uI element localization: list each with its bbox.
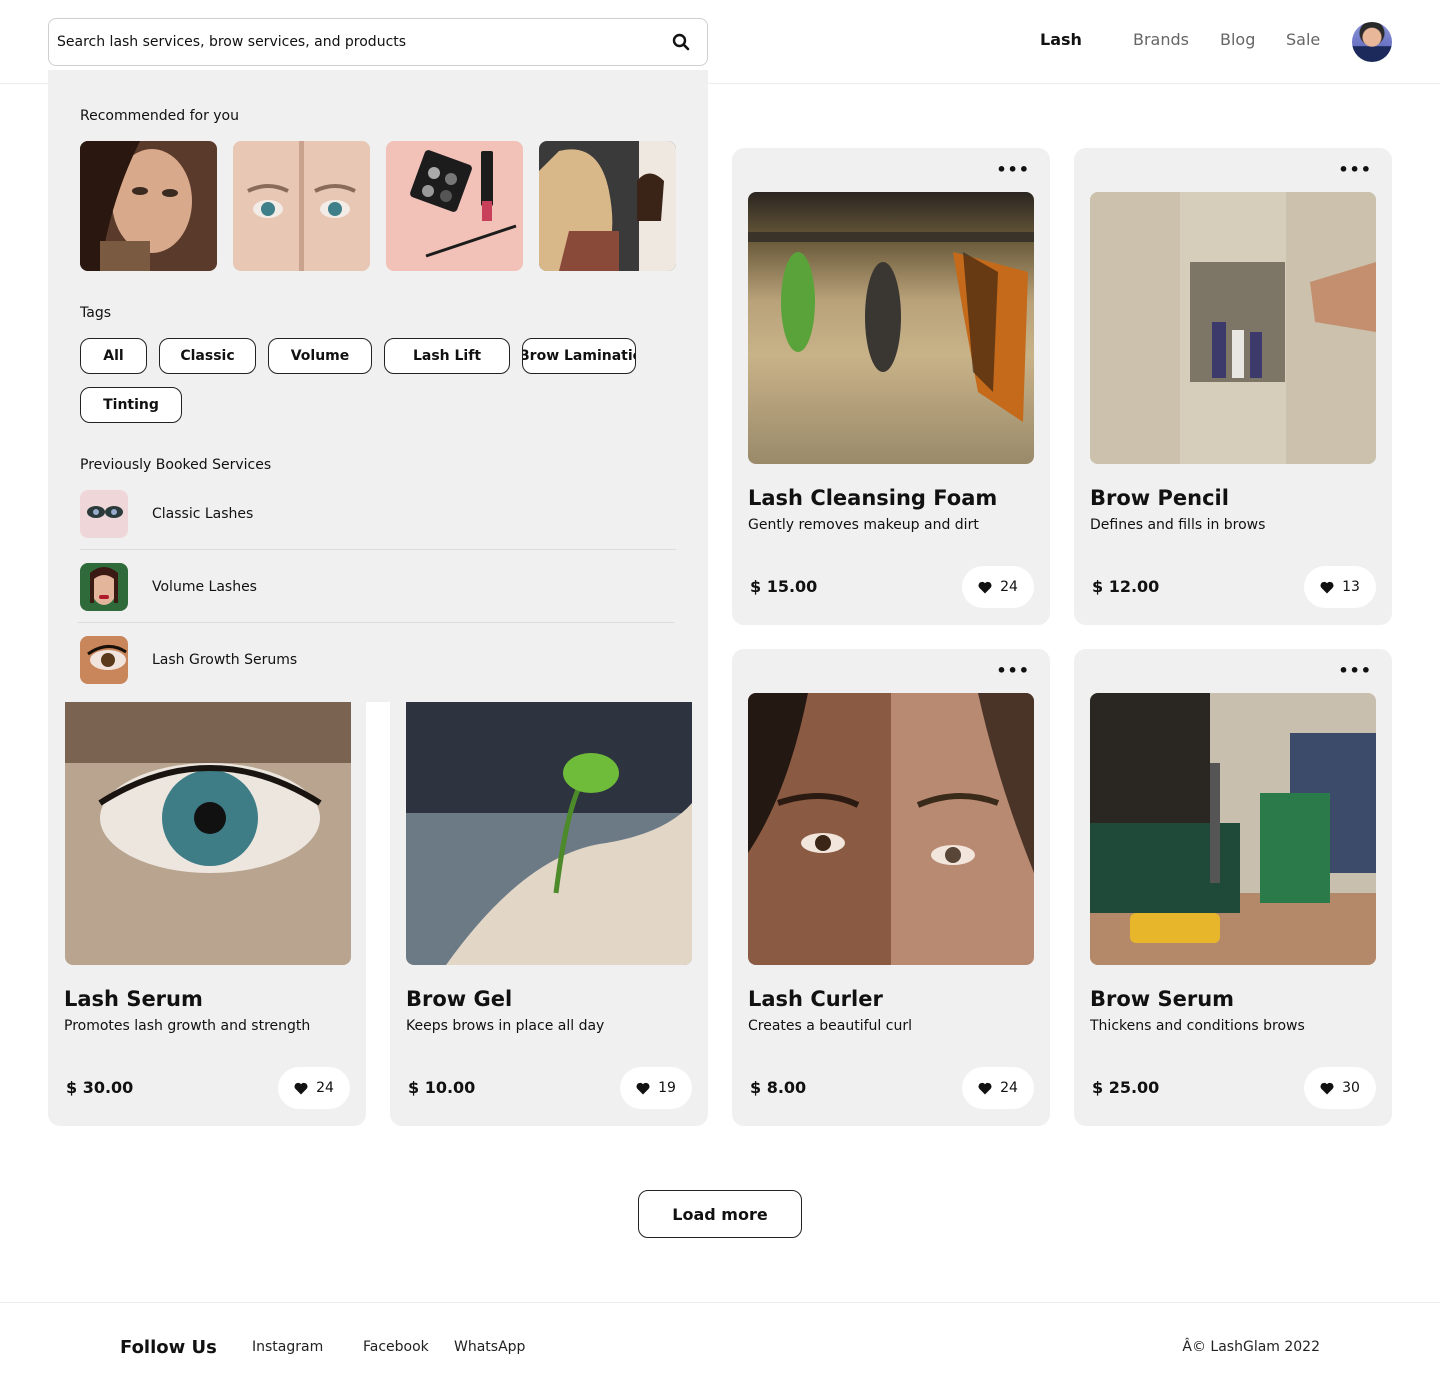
product-image[interactable] [65, 693, 351, 965]
booked-thumb [80, 563, 128, 611]
heart-icon [978, 581, 992, 593]
tags-heading: Tags [80, 305, 111, 321]
product-title[interactable]: Brow Serum [1090, 987, 1234, 1011]
heart-icon [1320, 1082, 1334, 1094]
booked-item[interactable]: Lash Growth Serums [80, 630, 676, 690]
heart-icon [978, 1082, 992, 1094]
copyright: Â© LashGlam 2022 [1182, 1339, 1320, 1355]
recommended-thumb[interactable] [233, 141, 370, 271]
booked-label: Lash Growth Serums [152, 652, 298, 668]
footer: Follow Us Instagram Facebook WhatsApp Â©… [0, 1302, 1440, 1389]
search-input[interactable] [57, 34, 667, 50]
tag-tinting[interactable]: Tinting [80, 387, 182, 423]
more-horizontal-icon[interactable]: ••• [1338, 661, 1372, 680]
product-price: $ 8.00 [750, 1078, 807, 1097]
footer-link-instagram[interactable]: Instagram [252, 1339, 323, 1355]
product-card[interactable]: ••• Lash Cleansing Foam Gently removes m… [732, 148, 1050, 625]
product-image[interactable] [1090, 192, 1376, 464]
tag-lash-lift[interactable]: Lash Lift [384, 338, 510, 374]
follow-us-heading: Follow Us [120, 1337, 217, 1358]
like-count: 19 [658, 1080, 676, 1096]
like-button[interactable]: 24 [962, 1067, 1034, 1109]
more-horizontal-icon[interactable]: ••• [996, 661, 1030, 680]
product-title[interactable]: Lash Curler [748, 987, 883, 1011]
more-horizontal-icon[interactable]: ••• [996, 160, 1030, 179]
like-button[interactable]: 13 [1304, 566, 1376, 608]
product-price: $ 10.00 [408, 1078, 476, 1097]
booked-thumb [80, 636, 128, 684]
heart-icon [1320, 581, 1334, 593]
tag-all[interactable]: All [80, 338, 147, 374]
booked-label: Classic Lashes [152, 506, 254, 522]
footer-link-whatsapp[interactable]: WhatsApp [454, 1339, 525, 1355]
search-bar[interactable] [48, 18, 708, 66]
tag-volume[interactable]: Volume [268, 338, 372, 374]
product-title[interactable]: Brow Pencil [1090, 486, 1229, 510]
recommended-thumb[interactable] [80, 141, 217, 271]
product-price: $ 30.00 [66, 1078, 134, 1097]
tag-classic[interactable]: Classic [159, 338, 256, 374]
like-count: 24 [1000, 1080, 1018, 1096]
product-price: $ 15.00 [750, 577, 818, 596]
product-card[interactable]: ••• Lash Curler Creates a beautiful curl… [732, 649, 1050, 1126]
heart-icon [294, 1082, 308, 1094]
product-price: $ 12.00 [1092, 577, 1160, 596]
like-count: 13 [1342, 579, 1360, 595]
heart-icon [636, 1082, 650, 1094]
product-description: Promotes lash growth and strength [64, 1018, 311, 1034]
product-card[interactable]: ••• Brow Gel Keeps brows in place all da… [390, 649, 708, 1126]
product-title[interactable]: Lash Cleansing Foam [748, 486, 997, 510]
footer-link-facebook[interactable]: Facebook [363, 1339, 429, 1355]
product-description: Defines and fills in brows [1090, 517, 1266, 533]
booked-item[interactable]: Classic Lashes [80, 484, 676, 544]
divider [78, 622, 674, 623]
product-title[interactable]: Lash Serum [64, 987, 203, 1011]
product-description: Thickens and conditions brows [1090, 1018, 1305, 1034]
product-card[interactable]: ••• Lash Serum Promotes lash growth and … [48, 649, 366, 1126]
product-image[interactable] [406, 693, 692, 965]
booked-item[interactable]: Volume Lashes [80, 557, 676, 617]
like-button[interactable]: 30 [1304, 1067, 1376, 1109]
product-card[interactable]: ••• Brow Serum Thickens and conditions b… [1074, 649, 1392, 1126]
booked-heading: Previously Booked Services [80, 457, 272, 473]
product-price: $ 25.00 [1092, 1078, 1160, 1097]
search-icon[interactable] [667, 28, 695, 56]
product-description: Gently removes makeup and dirt [748, 517, 979, 533]
like-button[interactable]: 24 [962, 566, 1034, 608]
product-image[interactable] [748, 693, 1034, 965]
product-description: Keeps brows in place all day [406, 1018, 605, 1034]
like-count: 24 [1000, 579, 1018, 595]
like-button[interactable]: 19 [620, 1067, 692, 1109]
load-more-button[interactable]: Load more [638, 1190, 802, 1238]
like-button[interactable]: 24 [278, 1067, 350, 1109]
nav-lash[interactable]: Lash [1040, 30, 1082, 49]
booked-label: Volume Lashes [152, 579, 257, 595]
booked-thumb [80, 490, 128, 538]
product-title[interactable]: Brow Gel [406, 987, 512, 1011]
recommended-thumb[interactable] [539, 141, 676, 271]
product-image[interactable] [748, 192, 1034, 464]
like-count: 24 [316, 1080, 334, 1096]
avatar[interactable] [1352, 22, 1392, 62]
more-horizontal-icon[interactable]: ••• [1338, 160, 1372, 179]
product-image[interactable] [1090, 693, 1376, 965]
nav-blog[interactable]: Blog [1220, 30, 1255, 49]
product-description: Creates a beautiful curl [748, 1018, 912, 1034]
recommended-heading: Recommended for you [80, 108, 239, 124]
nav-sale[interactable]: Sale [1286, 30, 1320, 49]
divider [80, 549, 676, 550]
search-dropdown: Recommended for you Tags All Classic Vol… [48, 70, 708, 702]
product-card[interactable]: ••• Brow Pencil Defines and fills in bro… [1074, 148, 1392, 625]
like-count: 30 [1342, 1080, 1360, 1096]
nav-brands[interactable]: Brands [1133, 30, 1189, 49]
recommended-thumb[interactable] [386, 141, 523, 271]
tag-brow-lamination[interactable]: Brow Lamination [522, 338, 636, 374]
